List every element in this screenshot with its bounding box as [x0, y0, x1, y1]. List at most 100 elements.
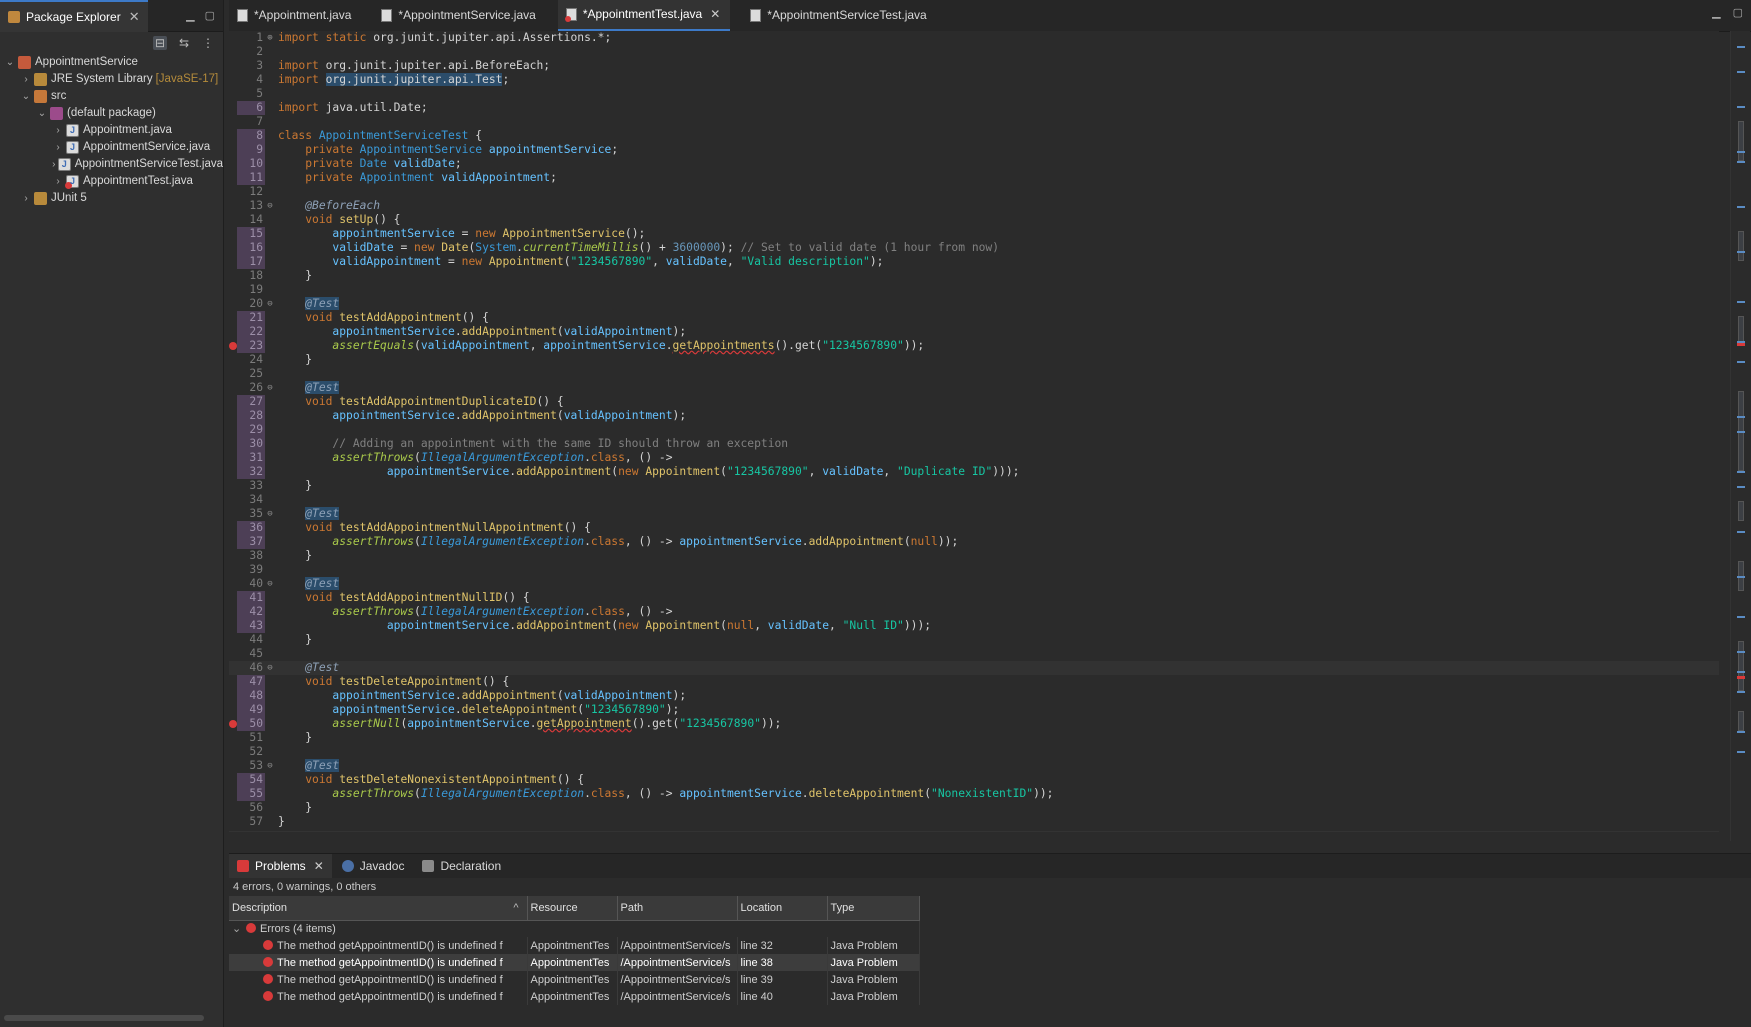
code-text[interactable] [275, 115, 278, 129]
problem-row[interactable]: The method getAppointmentID() is undefin… [229, 937, 920, 954]
code-text[interactable]: @Test [275, 507, 340, 521]
code-line[interactable]: 33 } [229, 479, 1719, 493]
code-line[interactable]: 25 [229, 367, 1719, 381]
fold-toggle-icon[interactable]: ⊖ [265, 577, 275, 591]
column-type[interactable]: Type [827, 896, 920, 921]
code-text[interactable]: void testAddAppointment() { [275, 311, 489, 325]
code-text[interactable]: assertEquals(validAppointment, appointme… [275, 339, 924, 353]
code-line[interactable]: 2 [229, 45, 1719, 59]
code-text[interactable] [275, 45, 278, 59]
code-line[interactable]: 18 } [229, 269, 1719, 283]
ruler-marker[interactable] [1737, 431, 1745, 433]
chevron-down-icon[interactable]: ⌄ [36, 105, 48, 122]
code-text[interactable]: validDate = new Date(System.currentTimeM… [275, 241, 999, 255]
code-line[interactable]: 29 [229, 423, 1719, 437]
tree-item[interactable]: › AppointmentServiceTest.java [0, 156, 223, 173]
fold-toggle-icon[interactable]: ⊖ [265, 759, 275, 773]
error-marker-icon[interactable] [229, 339, 237, 353]
editor-tab[interactable]: *AppointmentService.java [373, 0, 545, 31]
ruler-marker[interactable] [1737, 251, 1745, 253]
code-text[interactable]: } [275, 549, 312, 563]
code-text[interactable]: } [275, 353, 312, 367]
code-line[interactable]: 5 [229, 87, 1719, 101]
errors-group-row[interactable]: ⌄ Errors (4 items) [229, 920, 920, 937]
code-text[interactable]: @Test [275, 577, 340, 591]
code-line[interactable]: 16 validDate = new Date(System.currentTi… [229, 241, 1719, 255]
code-line[interactable]: 30 // Adding an appointment with the sam… [229, 437, 1719, 451]
code-line[interactable]: 4 import org.junit.jupiter.api.Test; [229, 73, 1719, 87]
code-line[interactable]: 32 appointmentService.addAppointment(new… [229, 465, 1719, 479]
maximize-icon[interactable]: ▢ [205, 9, 215, 22]
tree-item[interactable]: ⌄ src [0, 88, 223, 105]
ruler-marker[interactable] [1737, 206, 1745, 208]
ruler-error-marker[interactable] [1737, 676, 1745, 679]
minimize-icon[interactable]: ▁ [1712, 6, 1720, 19]
code-text[interactable] [275, 423, 278, 437]
ruler-error-marker[interactable] [1737, 343, 1745, 346]
code-line[interactable]: 35 ⊖ @Test [229, 507, 1719, 521]
code-line[interactable]: 54 void testDeleteNonexistentAppointment… [229, 773, 1719, 787]
code-text[interactable]: } [275, 479, 312, 493]
close-icon[interactable]: ✕ [710, 7, 720, 21]
code-line[interactable]: 10 private Date validDate; [229, 157, 1719, 171]
code-line[interactable]: 50 assertNull(appointmentService.getAppo… [229, 717, 1719, 731]
code-text[interactable]: assertThrows(IllegalArgumentException.cl… [275, 451, 672, 465]
error-marker-icon[interactable] [229, 717, 237, 731]
code-line[interactable]: 23 assertEquals(validAppointment, appoin… [229, 339, 1719, 353]
code-text[interactable]: class AppointmentServiceTest { [275, 129, 482, 143]
fold-toggle-icon[interactable]: ⊕ [265, 31, 275, 45]
code-text[interactable]: assertThrows(IllegalArgumentException.cl… [275, 787, 1053, 801]
code-text[interactable]: @Test [275, 297, 340, 311]
code-line[interactable]: 24 } [229, 353, 1719, 367]
tree-item[interactable]: › AppointmentService.java [0, 139, 223, 156]
code-text[interactable]: @Test [275, 759, 340, 773]
code-text[interactable]: appointmentService.deleteAppointment("12… [275, 703, 679, 717]
code-text[interactable] [275, 563, 278, 577]
code-line[interactable]: 49 appointmentService.deleteAppointment(… [229, 703, 1719, 717]
code-text[interactable]: validAppointment = new Appointment("1234… [275, 255, 883, 269]
code-text[interactable]: import org.junit.jupiter.api.BeforeEach; [275, 59, 550, 73]
code-text[interactable]: } [275, 269, 312, 283]
problem-row[interactable]: The method getAppointmentID() is undefin… [229, 988, 920, 1005]
ruler-marker[interactable] [1737, 71, 1745, 73]
code-text[interactable]: } [275, 801, 312, 815]
ruler-marker[interactable] [1737, 751, 1745, 753]
code-text[interactable]: } [275, 815, 285, 829]
code-text[interactable]: @Test [275, 661, 339, 675]
column-location[interactable]: Location [737, 896, 828, 921]
code-text[interactable] [275, 185, 278, 199]
ruler-marker[interactable] [1737, 151, 1745, 153]
code-line[interactable]: 26 ⊖ @Test [229, 381, 1719, 395]
code-text[interactable] [275, 87, 278, 101]
link-with-editor-icon[interactable]: ⇆ [177, 36, 191, 50]
fold-toggle-icon[interactable]: ⊖ [265, 199, 275, 213]
code-text[interactable] [275, 745, 278, 759]
code-line[interactable]: 52 [229, 745, 1719, 759]
ruler-marker[interactable] [1737, 361, 1745, 363]
code-line[interactable]: 6 import java.util.Date; [229, 101, 1719, 115]
code-line[interactable]: 36 void testAddAppointmentNullAppointmen… [229, 521, 1719, 535]
package-explorer-tab[interactable]: Package Explorer ✕ [0, 0, 148, 32]
code-line[interactable]: 51 } [229, 731, 1719, 745]
code-text[interactable]: appointmentService.addAppointment(new Ap… [275, 619, 931, 633]
ruler-marker[interactable] [1737, 301, 1745, 303]
code-line[interactable]: 34 [229, 493, 1719, 507]
code-line[interactable]: 22 appointmentService.addAppointment(val… [229, 325, 1719, 339]
code-line[interactable]: 57} [229, 815, 1719, 829]
chevron-right-icon[interactable]: › [52, 122, 64, 139]
ruler-marker[interactable] [1737, 471, 1745, 473]
ruler-marker[interactable] [1737, 691, 1745, 693]
code-text[interactable]: appointmentService.addAppointment(validA… [275, 689, 686, 703]
code-text[interactable]: } [275, 731, 312, 745]
code-text[interactable]: // Adding an appointment with the same I… [275, 437, 788, 451]
editor-tab[interactable]: *Appointment.java [229, 0, 361, 31]
ruler-marker[interactable] [1737, 531, 1745, 533]
problem-row[interactable]: The method getAppointmentID() is undefin… [229, 954, 920, 971]
code-line[interactable]: 13 ⊖ @BeforeEach [229, 199, 1719, 213]
code-text[interactable]: appointmentService.addAppointment(validA… [275, 325, 686, 339]
tab-problems[interactable]: Problems ✕ [229, 854, 332, 878]
code-text[interactable]: appointmentService = new AppointmentServ… [275, 227, 645, 241]
code-line[interactable]: 19 [229, 283, 1719, 297]
ruler-marker[interactable] [1737, 106, 1745, 108]
code-text[interactable]: void testAddAppointmentNullAppointment()… [275, 521, 591, 535]
